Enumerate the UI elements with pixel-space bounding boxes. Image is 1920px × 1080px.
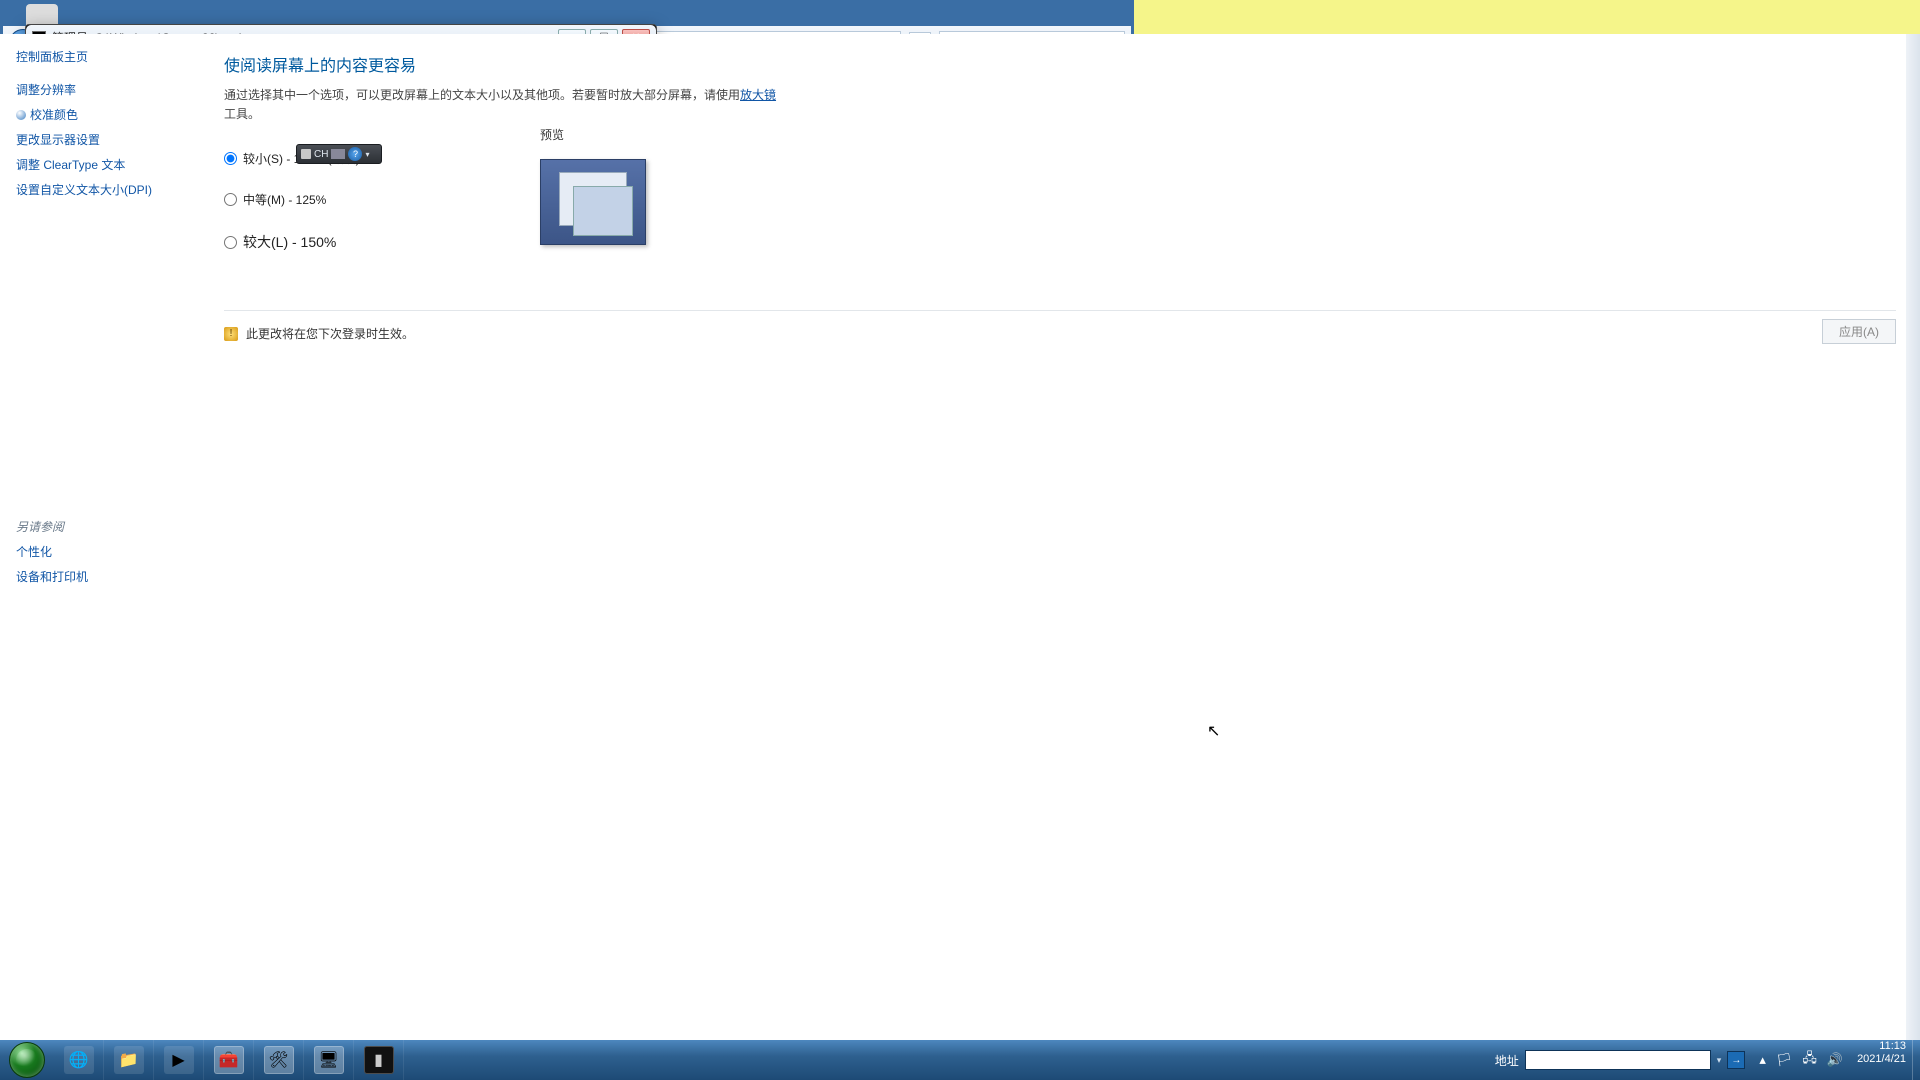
taskbar-wmp[interactable]: ▶ xyxy=(154,1040,204,1080)
warning-icon: ! xyxy=(224,327,238,341)
sidebar-link-calibrate[interactable]: 校准颜色 xyxy=(16,106,184,123)
cp-scrollbar[interactable] xyxy=(1906,34,1920,1080)
preview-pane: 预览 xyxy=(540,126,646,245)
taskbar-app-2[interactable]: 🛠 xyxy=(254,1040,304,1080)
taskbar-clock[interactable]: 11:13 2021/4/21 xyxy=(1851,1040,1912,1080)
sidebar-link-resolution[interactable]: 调整分辨率 xyxy=(16,81,184,98)
system-tray: ▴ 🏳 🖧 🔊 xyxy=(1751,1040,1851,1080)
sidebar-link-display-settings[interactable]: 更改显示器设置 xyxy=(16,131,184,148)
taskbar: 🌐 📁 ▶ 🧰 🛠 🖥 ▮ 地址 ▾ → ▴ 🏳 🖧 🔊 11:13 2021/… xyxy=(0,1040,1920,1080)
ie-icon: 🌐 xyxy=(64,1046,94,1074)
option-medium[interactable]: 中等(M) - 125% xyxy=(224,191,1896,208)
taskbar-control-panel[interactable]: 🖥 xyxy=(304,1040,354,1080)
volume-icon[interactable]: 🔊 xyxy=(1827,1052,1843,1068)
windows-orb-icon xyxy=(9,1042,45,1078)
taskbar-app-1[interactable]: 🧰 xyxy=(204,1040,254,1080)
address-dropdown[interactable]: ▾ xyxy=(1717,1055,1722,1066)
keyboard-icon[interactable] xyxy=(331,149,345,159)
cp-main: 使阅读屏幕上的内容更容易 通过选择其中一个选项，可以更改屏幕上的文本大小以及其他… xyxy=(200,34,1920,1080)
taskbar-explorer[interactable]: 📁 xyxy=(104,1040,154,1080)
warning-line: ! 此更改将在您下次登录时生效。 应用(A) xyxy=(224,310,1896,342)
warning-text: 此更改将在您下次登录时生效。 xyxy=(246,325,414,342)
ime-options-icon[interactable]: ▾ xyxy=(365,150,369,159)
show-desktop-button[interactable] xyxy=(1912,1040,1920,1080)
taskbar-cmd[interactable]: ▮ xyxy=(354,1040,404,1080)
start-button[interactable] xyxy=(0,1040,54,1080)
option-small[interactable]: 较小(S) - 100% (默认) xyxy=(224,150,1896,167)
control-panel-display-window[interactable]: — ☐ ✕ ← → ▾ 控制面板 ▸ 所有控制面板项 ▸ 显示 ▾ ↻ 搜索控制… xyxy=(0,0,1134,638)
sidebar-home-link[interactable]: 控制面板主页 xyxy=(16,48,184,65)
tools-icon: 🛠 xyxy=(264,1046,294,1074)
ime-toolbar[interactable]: CH ? ▾ xyxy=(296,144,382,164)
see-also-personalization[interactable]: 个性化 xyxy=(16,543,184,560)
cmd-icon: ▮ xyxy=(364,1046,394,1074)
address-input[interactable] xyxy=(1525,1050,1711,1070)
network-icon[interactable]: 🖧 xyxy=(1802,1049,1817,1071)
magnifier-link[interactable]: 放大镜 xyxy=(740,88,776,102)
display-settings-icon: 🖥 xyxy=(314,1046,344,1074)
ime-lang-label[interactable]: CH xyxy=(314,149,328,160)
sidebar-link-dpi[interactable]: 设置自定义文本大小(DPI) xyxy=(16,181,184,198)
radio-medium[interactable] xyxy=(224,193,237,206)
option-large[interactable]: 较大(L) - 150% CH ? ▾ xyxy=(224,232,1896,252)
tray-expand-icon[interactable]: ▴ xyxy=(1759,1052,1766,1068)
radio-small[interactable] xyxy=(224,152,237,165)
action-center-icon[interactable]: 🏳 xyxy=(1776,1052,1793,1068)
taskbar-address-toolbar: 地址 ▾ → xyxy=(1495,1040,1752,1080)
see-also-heading: 另请参阅 xyxy=(16,518,184,535)
bullet-icon xyxy=(16,110,26,120)
media-player-icon: ▶ xyxy=(164,1046,194,1074)
taskbar-ie[interactable]: 🌐 xyxy=(54,1040,104,1080)
ime-grip-icon xyxy=(301,149,311,159)
sidebar-link-cleartype[interactable]: 调整 ClearType 文本 xyxy=(16,156,184,173)
clock-time: 11:13 xyxy=(1857,1040,1906,1053)
apply-button[interactable]: 应用(A) xyxy=(1822,319,1896,344)
radio-large[interactable] xyxy=(224,236,237,249)
preview-image xyxy=(540,159,646,245)
page-description: 通过选择其中一个选项，可以更改屏幕上的文本大小以及其他项。若要暂时放大部分屏幕，… xyxy=(224,86,784,124)
toolbox-icon: 🧰 xyxy=(214,1046,244,1074)
preview-label: 预览 xyxy=(540,126,646,143)
see-also-devices-printers[interactable]: 设备和打印机 xyxy=(16,568,184,585)
cp-sidebar: 控制面板主页 调整分辨率 校准颜色 更改显示器设置 调整 ClearType 文… xyxy=(0,34,200,1080)
page-title: 使阅读屏幕上的内容更容易 xyxy=(224,52,1896,76)
folder-icon: 📁 xyxy=(114,1046,144,1074)
ime-help-icon[interactable]: ? xyxy=(348,147,362,161)
address-go-button[interactable]: → xyxy=(1727,1051,1745,1069)
clock-date: 2021/4/21 xyxy=(1857,1053,1906,1066)
address-label: 地址 xyxy=(1495,1052,1519,1069)
